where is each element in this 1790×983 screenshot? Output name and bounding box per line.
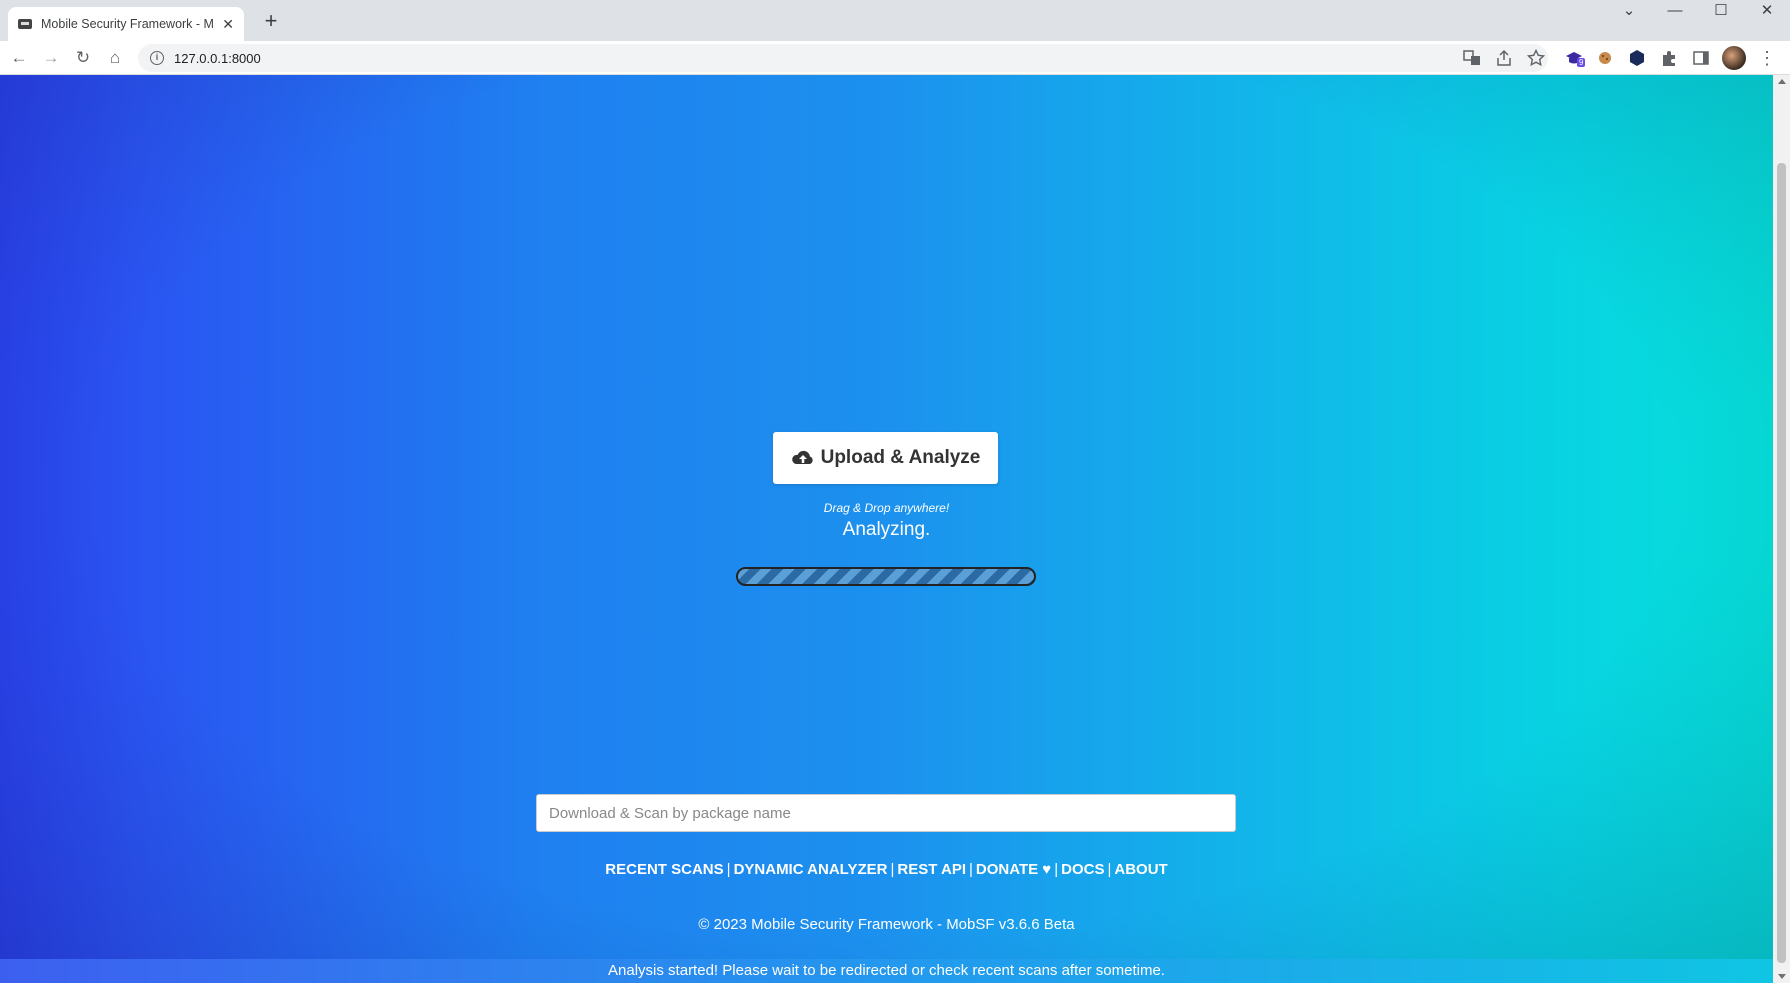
page-viewport: Upload & Analyze Drag & Drop anywhere! A… [0,75,1773,983]
home-icon[interactable]: ⌂ [103,46,127,70]
scrollbar-thumb[interactable] [1777,163,1786,963]
package-name-input[interactable] [536,794,1236,832]
browser-menu-icon[interactable]: ⋮ [1758,46,1776,70]
tab-title: Mobile Security Framework - MobSF [41,17,214,31]
extension-cookie-icon[interactable] [1596,49,1614,67]
reload-icon[interactable]: ↻ [71,46,95,70]
browser-toolbar: ← → ↻ ⌂ i 127.0.0.1:8000 9 ⋮ [0,41,1790,75]
nav-links: RECENT SCANS | DYNAMIC ANALYZER | REST API | D… [605,861,1168,878]
close-window-button[interactable]: ✕ [1744,0,1790,32]
analysis-status-text: Analyzing. [842,519,931,540]
recent-scans-link[interactable]: RECENT SCANS [605,861,723,878]
forward-icon[interactable]: → [39,46,63,70]
new-tab-button[interactable]: + [258,8,284,34]
extension-badge: 9 [1577,58,1586,67]
scroll-up-arrow-icon[interactable] [1778,79,1786,84]
minimize-button[interactable]: — [1652,0,1698,32]
back-icon[interactable]: ← [7,46,31,70]
donate-link[interactable]: DONATE ♥ [976,861,1051,878]
translate-icon[interactable] [1463,49,1481,67]
cloud-upload-icon [791,450,813,464]
site-info-icon[interactable]: i [150,51,164,65]
page-scrollbar[interactable] [1773,75,1790,983]
upload-button-label: Upload & Analyze [820,447,981,468]
share-icon[interactable] [1495,49,1513,67]
tab-search-icon[interactable]: ⌄ [1606,0,1652,32]
profile-avatar[interactable] [1722,46,1746,70]
rest-api-link[interactable]: REST API [897,861,966,878]
close-tab-icon[interactable]: ✕ [222,16,234,33]
extensions-puzzle-icon[interactable] [1660,49,1678,67]
about-link[interactable]: ABOUT [1114,861,1167,878]
address-bar[interactable]: i 127.0.0.1:8000 [138,44,1548,72]
tab-strip: Mobile Security Framework - MobSF ✕ + ⌄ … [0,0,1790,41]
maximize-button[interactable]: ☐ [1698,0,1744,32]
side-panel-icon[interactable] [1692,49,1710,67]
browser-tab[interactable]: Mobile Security Framework - MobSF ✕ [8,7,244,41]
scroll-down-arrow-icon[interactable] [1778,974,1786,979]
footer-copyright: © 2023 Mobile Security Framework - MobSF… [698,916,1075,933]
drag-drop-hint: Drag & Drop anywhere! [823,501,950,515]
notification-bar: Analysis started! Please wait to be redi… [0,959,1773,983]
url-text: 127.0.0.1:8000 [174,50,261,66]
analysis-progress-bar [736,567,1036,586]
bookmark-star-icon[interactable] [1527,49,1545,67]
extension-hexagon-icon[interactable] [1628,49,1646,67]
dynamic-analyzer-link[interactable]: DYNAMIC ANALYZER [734,861,888,878]
docs-link[interactable]: DOCS [1061,861,1104,878]
upload-analyze-button[interactable]: Upload & Analyze [773,432,998,484]
mobsf-favicon-icon [18,19,32,29]
